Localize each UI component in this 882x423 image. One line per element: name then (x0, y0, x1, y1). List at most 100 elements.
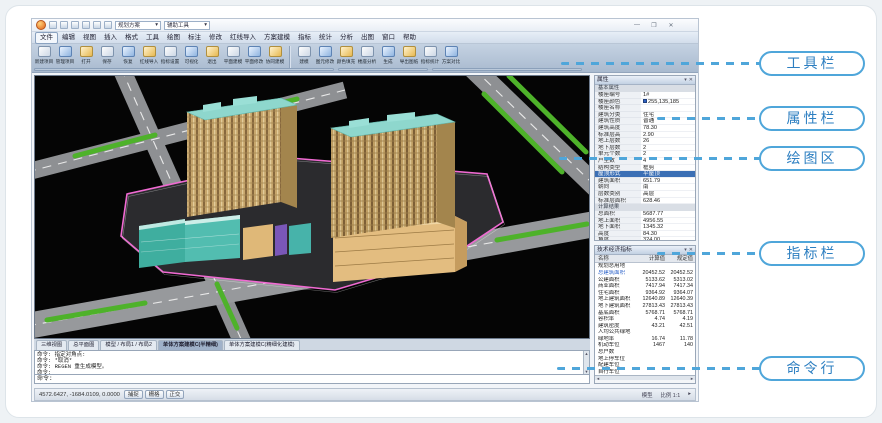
indicator-row[interactable]: 地上停车位 (595, 356, 695, 363)
property-row[interactable]: 楼座编号 1# (595, 92, 695, 99)
indicator-row[interactable]: 绿地率 16.74 11.78 (595, 336, 695, 343)
pin-icon[interactable]: ▾ (684, 76, 687, 84)
minimize-button[interactable]: — (632, 22, 642, 29)
drawing-tab[interactable]: 总平面图 (68, 340, 99, 350)
menu-item[interactable]: 修改 (205, 33, 226, 43)
menu-item[interactable]: 分析 (336, 33, 357, 43)
menu-item[interactable]: 指标 (294, 33, 315, 43)
properties-section-basic[interactable]: 基本属性 (595, 85, 695, 92)
helper-tools-combo[interactable]: 辅助工具 ▾ (164, 21, 210, 30)
scroll-left-icon[interactable]: ◄ (596, 376, 600, 381)
status-right-item[interactable]: 模型 (642, 391, 653, 399)
menu-item[interactable]: 红线导入 (226, 33, 260, 43)
status-toggle-button[interactable]: 正交 (166, 390, 185, 399)
toolbar-button[interactable]: 导出图纸 (399, 45, 420, 65)
status-toggle-button[interactable]: 栅格 (145, 390, 164, 399)
menu-item[interactable]: 格式 (121, 33, 142, 43)
indicator-row[interactable]: 地上建筑面积 12640.89 12640.39 (595, 296, 695, 303)
maximize-button[interactable]: ❐ (649, 22, 659, 29)
toolbar-button[interactable]: 平面修改 (244, 45, 265, 65)
toolbar-button[interactable]: 保存 (97, 45, 118, 65)
scroll-right-icon[interactable]: ► (690, 376, 694, 381)
property-row[interactable]: 标准层高 2.90 (595, 132, 695, 139)
property-row[interactable]: 屋顶形式 平屋顶 (595, 171, 695, 178)
indicator-row[interactable]: 商业面积 7417.94 7417.34 (595, 283, 695, 290)
toolbar-button[interactable]: 图元修改 (315, 45, 336, 65)
properties-section-calc[interactable]: 计算结果 (595, 204, 695, 211)
menu-item[interactable]: 统计 (315, 33, 336, 43)
menu-item[interactable]: 帮助 (399, 33, 420, 43)
toolbar-button[interactable]: 建模 (294, 45, 315, 65)
new-file-icon[interactable] (49, 21, 57, 29)
menu-item[interactable]: 插入 (100, 33, 121, 43)
drawing-tab[interactable]: 模型 / 布局1 / 布局2 (100, 340, 157, 350)
indicator-row[interactable]: 建筑密度 43.21 42.51 (595, 323, 695, 330)
menu-item[interactable]: 编辑 (58, 33, 79, 43)
property-row[interactable]: 建筑面积 651.79 (595, 178, 695, 185)
indicator-row[interactable]: 机动车位 1467 140 (595, 342, 695, 349)
indicator-row[interactable]: 基底面积 5768.71 5768.71 (595, 310, 695, 317)
property-row[interactable]: 层数类别 高层 (595, 191, 695, 198)
command-input[interactable]: 命令: (34, 375, 590, 384)
status-right-item[interactable]: ▸ (688, 391, 691, 399)
toolbar-button[interactable]: 颜色填充 (336, 45, 357, 65)
property-row[interactable]: 地上层数 26 (595, 138, 695, 145)
toolbar-button[interactable]: 可视化 (181, 45, 202, 65)
property-row[interactable]: 地下层数 2 (595, 145, 695, 152)
drawing-tab[interactable]: 三维视图 (36, 340, 67, 350)
redo-icon[interactable] (93, 21, 101, 29)
toolbar-button[interactable]: 红线导入 (139, 45, 160, 65)
save-icon[interactable] (71, 21, 79, 29)
property-row[interactable]: 朝向 南 (595, 184, 695, 191)
drawing-area[interactable] (34, 75, 590, 339)
toolbar-button[interactable]: 管理项目 (55, 45, 76, 65)
dock-strip[interactable] (432, 68, 582, 71)
indicator-horizontal-scrollbar[interactable]: ◄ ► (595, 375, 695, 380)
undo-icon[interactable] (82, 21, 90, 29)
property-row[interactable]: 建筑高度 78.30 (595, 125, 695, 132)
drawing-tab[interactable]: 单体方案建模C(半精细) (158, 340, 223, 350)
indicator-row[interactable]: 地下建筑面积 27813.43 27813.43 (595, 303, 695, 310)
toolbar-button[interactable]: 协同建模 (265, 45, 286, 65)
menu-item[interactable]: 绘图 (163, 33, 184, 43)
indicator-row[interactable]: 人均公共绿地 (595, 329, 695, 336)
dock-strip[interactable] (338, 68, 428, 71)
toolbar-button[interactable]: 打开 (76, 45, 97, 65)
dock-strip[interactable] (34, 68, 334, 71)
command-history[interactable]: 命令: 指定对角点:命令: *取消*命令: REGEN 重生成模型。命令: ▲ … (34, 350, 590, 375)
toolbar-button[interactable]: 新建项目 (34, 45, 55, 65)
property-row[interactable]: 结构类型 框剪 (595, 165, 695, 172)
open-file-icon[interactable] (60, 21, 68, 29)
menu-item[interactable]: 出图 (357, 33, 378, 43)
menu-item[interactable]: 文件 (35, 32, 58, 44)
toolbar-button[interactable]: 指标设置 (160, 45, 181, 65)
menu-item[interactable]: 标注 (184, 33, 205, 43)
property-row[interactable]: 地下面积 1345.32 (595, 224, 695, 231)
toolbar-button[interactable]: 方案对比 (441, 45, 462, 65)
property-row[interactable]: 高度 84.30 (595, 231, 695, 238)
menu-item[interactable]: 窗口 (378, 33, 399, 43)
property-row[interactable]: 楼座颜色 255,135,185 (595, 99, 695, 106)
print-icon[interactable] (104, 21, 112, 29)
toolbar-button[interactable]: 平面建模 (223, 45, 244, 65)
scroll-up-icon[interactable]: ▲ (585, 351, 589, 356)
menu-item[interactable]: 视图 (79, 33, 100, 43)
property-row[interactable]: 地上面积 4956.55 (595, 218, 695, 225)
indicator-row[interactable]: 总建筑面积 20452.52 20452.52 (595, 270, 695, 277)
drawing-tab[interactable]: 单体方案建模C(精细化建模) (224, 340, 300, 350)
menu-item[interactable]: 方案建模 (260, 33, 294, 43)
toolbar-button[interactable]: 生成 (378, 45, 399, 65)
toolbar-button[interactable]: 恢复 (118, 45, 139, 65)
indicator-row[interactable]: 总户数 (595, 349, 695, 356)
indicator-row[interactable]: 规划总用地 (595, 263, 695, 270)
property-row[interactable]: 楼座名称 (595, 105, 695, 112)
status-right-item[interactable]: 比例 1:1 (661, 391, 681, 399)
app-logo-icon[interactable] (36, 20, 46, 30)
close-icon[interactable]: ✕ (689, 76, 693, 84)
property-row[interactable]: 角度 324.00 (595, 237, 695, 241)
indicator-row[interactable]: 公建面积 5133.62 5313.02 (595, 277, 695, 284)
indicator-row[interactable]: 住宅面积 9364.92 9364.07 (595, 290, 695, 297)
toolbar-button[interactable]: 指标统计 (420, 45, 441, 65)
close-button[interactable]: ✕ (666, 22, 676, 29)
indicator-row[interactable]: 容积率 4.74 4.19 (595, 316, 695, 323)
